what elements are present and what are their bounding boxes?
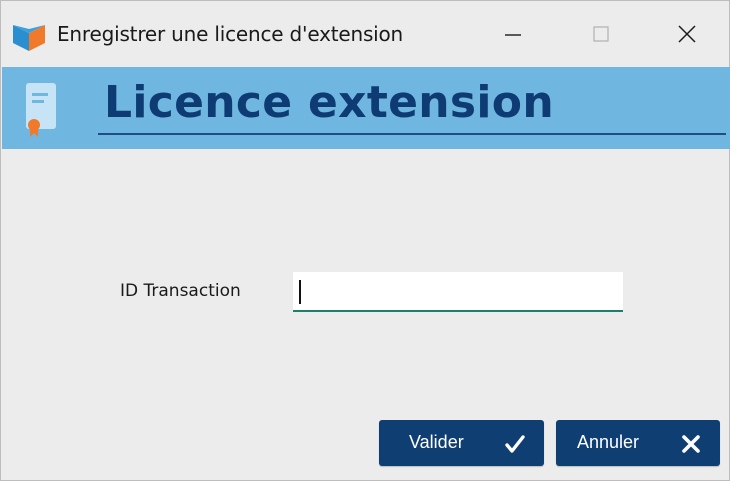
license-document-icon (26, 83, 56, 137)
minimize-icon (505, 34, 521, 36)
maximize-button[interactable] (575, 11, 627, 57)
checkmark-icon (505, 435, 525, 453)
transaction-id-input[interactable] (293, 272, 623, 312)
text-caret (299, 280, 301, 304)
transaction-id-label: ID Transaction (120, 281, 241, 301)
validate-button[interactable]: Valider (379, 420, 544, 466)
license-dialog-window: Enregistrer une licence d'extension Lice… (0, 0, 730, 481)
close-button[interactable] (661, 11, 713, 57)
close-x-icon (682, 435, 700, 453)
maximize-icon (593, 26, 609, 42)
validate-button-label: Valider (409, 432, 464, 452)
title-bar: Enregistrer une licence d'extension (1, 1, 729, 67)
minimize-button[interactable] (487, 11, 539, 57)
cancel-button-label: Annuler (577, 432, 640, 452)
window-title: Enregistrer une licence d'extension (57, 22, 404, 46)
app-logo-icon (13, 25, 45, 51)
close-icon (678, 25, 696, 43)
cancel-button[interactable]: Annuler (556, 420, 720, 466)
page-title: Licence extension (104, 77, 554, 128)
header-divider (98, 133, 726, 135)
header-banner: Licence extension (2, 67, 730, 149)
